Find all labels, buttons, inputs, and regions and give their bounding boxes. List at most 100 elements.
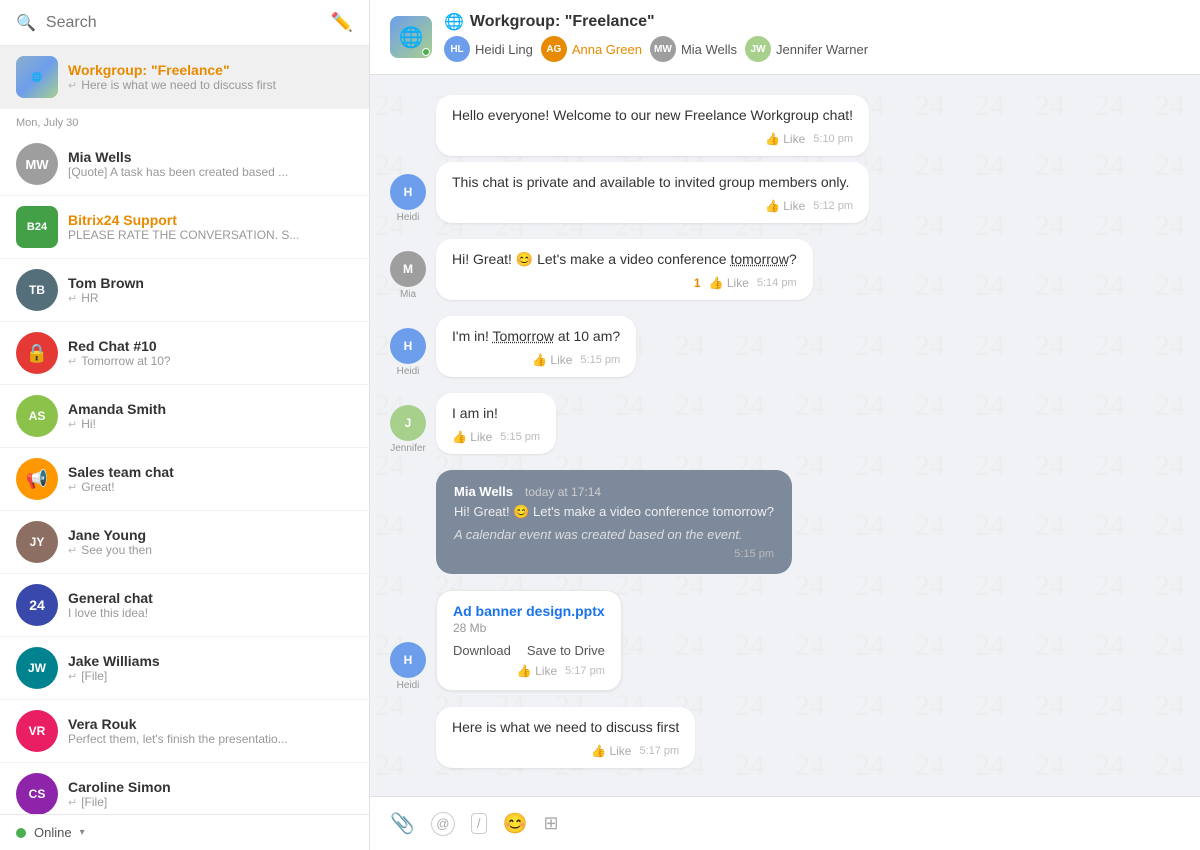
like-count-msg3: 1 [694, 276, 701, 290]
messages-area: H Heidi Hello everyone! Welcome to our n… [370, 75, 1200, 796]
chat-name-freelance: Workgroup: "Freelance" [68, 62, 353, 78]
member-chip-mia: MW Mia Wells [650, 36, 737, 62]
hashtag-icon[interactable]: ⊞ [543, 813, 558, 834]
bubble-text-msg2: This chat is private and available to in… [452, 172, 853, 193]
like-btn-msg4[interactable]: 👍 Like [532, 353, 572, 367]
status-dropdown-arrow[interactable]: ▾ [80, 827, 85, 838]
command-icon[interactable]: / [471, 813, 487, 834]
avatar-caroline-simon: CS [16, 773, 58, 814]
msg-avatar-label-heidi2: Heidi [397, 366, 420, 377]
sidebar-header: 🔍 ✏️ [0, 0, 369, 46]
chat-item-sales-team[interactable]: 📢 Sales team chat↵ Great! [0, 448, 369, 511]
quote-text: Hi! Great! 😊 Let's make a video conferen… [454, 503, 774, 521]
member-chip-jennifer: JW Jennifer Warner [745, 36, 868, 62]
file-name: Ad banner design.pptx [453, 603, 605, 619]
bubble-meta-msg3: 1 👍 Like 5:14 pm [452, 276, 797, 290]
bubble-msg3: Hi! Great! 😊 Let's make a video conferen… [436, 239, 813, 300]
chat-item-amanda-smith[interactable]: AS Amanda Smith↵ Hi! [0, 385, 369, 448]
time-msg8: 5:17 pm [639, 745, 679, 757]
like-btn-file[interactable]: 👍 Like [517, 664, 557, 678]
chat-item-vera-rouk[interactable]: VR Vera RoukPerfect them, let's finish t… [0, 700, 369, 763]
bubble-meta-msg2: 👍 Like 5:12 pm [452, 199, 853, 213]
bubble-msg1: Hello everyone! Welcome to our new Freel… [436, 95, 869, 156]
quote-author: Mia Wells [454, 484, 513, 499]
bubble-text-msg1: Hello everyone! Welcome to our new Freel… [452, 105, 853, 126]
save-to-drive-btn[interactable]: Save to Drive [527, 643, 605, 658]
bubble-file: Ad banner design.pptx 28 Mb Download Sav… [436, 590, 622, 691]
avatar-jake-williams: JW [16, 647, 58, 689]
mention-icon[interactable]: @ [431, 812, 455, 836]
download-btn[interactable]: Download [453, 643, 511, 658]
member-name-jennifer: Jennifer Warner [776, 42, 868, 57]
bubble-msg4: I'm in! Tomorrow at 10 am? 👍 Like 5:15 p… [436, 316, 636, 377]
message-row-file: H Heidi Ad banner design.pptx 28 Mb Down… [390, 590, 1180, 691]
bubble-meta-msg4: 👍 Like 5:15 pm [452, 353, 620, 367]
online-indicator [422, 48, 430, 56]
compose-icon[interactable]: ✏️ [331, 12, 353, 33]
like-btn-msg1[interactable]: 👍 Like [765, 132, 805, 146]
avatar-jane-young: JY [16, 521, 58, 563]
msg-avatar-label-jennifer1: Jennifer [390, 443, 426, 454]
bubble-text-msg4: I'm in! Tomorrow at 10 am? [452, 326, 620, 347]
chat-item-jane-young[interactable]: JY Jane Young↵ See you then [0, 511, 369, 574]
msg-avatar-wrap-mia1: M Mia [390, 251, 426, 300]
like-btn-msg3[interactable]: 👍 Like [709, 276, 749, 290]
bubble-meta-msg5: 👍 Like 5:15 pm [452, 430, 540, 444]
chat-item-red-chat[interactable]: 🔒 Red Chat #10↵ Tomorrow at 10? [0, 322, 369, 385]
member-avatar-jennifer: JW [745, 36, 771, 62]
search-input[interactable] [46, 14, 321, 32]
msg-avatar-label-mia1: Mia [400, 289, 416, 300]
chat-header: 🌐 🌐 Workgroup: "Freelance" HL Heidi Ling… [370, 0, 1200, 75]
member-name-mia: Mia Wells [681, 42, 737, 57]
avatar-general-chat: 24 [16, 584, 58, 626]
message-row-mia1: M Mia Hi! Great! 😊 Let's make a video co… [390, 239, 1180, 300]
member-avatar-heidi: HL [444, 36, 470, 62]
message-row-last: Here is what we need to discuss first 👍 … [390, 707, 1180, 768]
bubble-msg2: This chat is private and available to in… [436, 162, 869, 223]
time-msg5: 5:15 pm [500, 431, 540, 443]
chat-item-general-chat[interactable]: 24 General chatI love this idea! [0, 574, 369, 637]
message-row: H Heidi Hello everyone! Welcome to our n… [390, 95, 1180, 223]
member-chip-anna: AG Anna Green [541, 36, 642, 62]
avatar-vera-rouk: VR [16, 710, 58, 752]
msg-avatar-heidi2: H [390, 328, 426, 364]
online-dot [16, 828, 26, 838]
bubble-text-msg5: I am in! [452, 403, 540, 424]
header-title: 🌐 Workgroup: "Freelance" [444, 12, 1180, 32]
attach-icon[interactable]: 📎 [390, 811, 415, 836]
avatar-amanda-smith: AS [16, 395, 58, 437]
bubble-text-msg8: Here is what we need to discuss first [452, 717, 679, 738]
header-title-wrap: 🌐 Workgroup: "Freelance" HL Heidi Ling A… [444, 12, 1180, 62]
bubble-msg5: I am in! 👍 Like 5:15 pm [436, 393, 556, 454]
time-msg4: 5:15 pm [580, 354, 620, 366]
emoji-icon[interactable]: 😊 [503, 811, 528, 836]
msg-avatar-label-heidi3: Heidi [397, 680, 420, 691]
chat-item-bitrix[interactable]: B24 Bitrix24 SupportPLEASE RATE THE CONV… [0, 196, 369, 259]
chat-item-tom-brown[interactable]: TB Tom Brown↵ HR [0, 259, 369, 322]
quote-event: A calendar event was created based on th… [454, 527, 774, 542]
msg-avatar-wrap-heidi2: H Heidi [390, 328, 426, 377]
message-row-quote: Mia Wells today at 17:14 Hi! Great! 😊 Le… [390, 470, 1180, 574]
chat-item-jake-williams[interactable]: JW Jake Williams↵ [File] [0, 637, 369, 700]
sidebar-footer: Online ▾ [0, 814, 369, 850]
chat-item-caroline-simon[interactable]: CS Caroline Simon↵ [File] [0, 763, 369, 814]
like-btn-msg5[interactable]: 👍 Like [452, 430, 492, 444]
chat-item-mia-wells[interactable]: MW Mia Wells[Quote] A task has been crea… [0, 133, 369, 196]
bubble-meta-msg1: 👍 Like 5:10 pm [452, 132, 853, 146]
member-name-heidi: Heidi Ling [475, 42, 533, 57]
sidebar: 🔍 ✏️ 🌐 Workgroup: "Freelance" ↵ Here is … [0, 0, 370, 850]
like-btn-msg8[interactable]: 👍 Like [591, 744, 631, 758]
chat-input-area: 📎 @ / 😊 ⊞ [370, 796, 1200, 850]
msg-avatar-mia1: M [390, 251, 426, 287]
member-name-anna: Anna Green [572, 42, 642, 57]
avatar-mia-wells: MW [16, 143, 58, 185]
chat-item-freelance[interactable]: 🌐 Workgroup: "Freelance" ↵ Here is what … [0, 46, 369, 109]
member-avatar-mia: MW [650, 36, 676, 62]
online-label: Online [34, 825, 72, 840]
bubble-msg8: Here is what we need to discuss first 👍 … [436, 707, 695, 768]
like-btn-msg2[interactable]: 👍 Like [765, 199, 805, 213]
time-msg1: 5:10 pm [813, 133, 853, 145]
msg-avatar-wrap-jennifer1: J Jennifer [390, 405, 426, 454]
file-size: 28 Mb [453, 621, 605, 635]
msg-avatar-heidi1: H [390, 174, 426, 210]
